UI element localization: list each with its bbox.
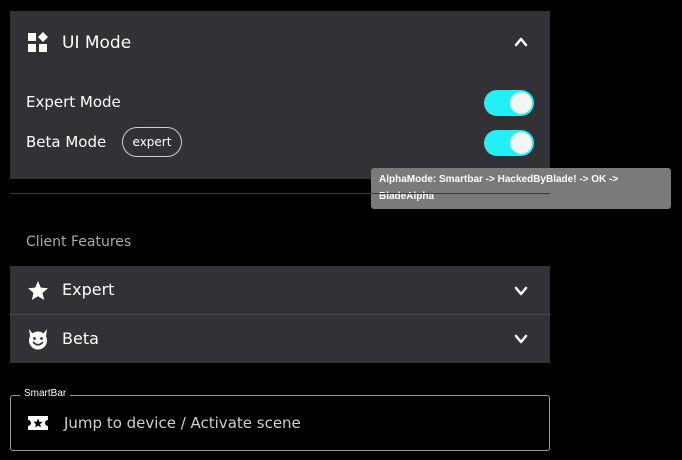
smartbar-legend: SmartBar	[20, 387, 71, 401]
smartbar-input[interactable]: Jump to device / Activate scene	[10, 395, 550, 451]
toggle-knob	[510, 132, 532, 154]
ui-mode-header[interactable]: UI Mode	[10, 11, 550, 75]
expert-chip: expert	[122, 127, 182, 157]
tooltip: AlphaMode: Smartbar -> HackedByBlade! ->…	[371, 168, 671, 209]
widgets-icon	[28, 32, 48, 52]
ticket-star-icon	[28, 416, 48, 430]
feature-beta[interactable]: Beta	[10, 315, 550, 363]
feature-expert[interactable]: Expert	[10, 266, 550, 314]
toggle-knob	[510, 92, 532, 114]
smartbar-placeholder: Jump to device / Activate scene	[64, 414, 301, 432]
expert-mode-label: Expert Mode	[26, 93, 121, 111]
client-features-title: Client Features	[26, 234, 132, 250]
feature-beta-label: Beta	[62, 329, 99, 348]
ui-mode-panel: UI Mode Expert Mode Beta Mode expert	[10, 11, 550, 179]
feature-expert-label: Expert	[62, 280, 115, 299]
beta-mode-toggle[interactable]	[484, 130, 534, 156]
chevron-up-icon[interactable]	[514, 36, 528, 48]
chevron-down-icon[interactable]	[514, 333, 528, 345]
chevron-down-icon[interactable]	[514, 285, 528, 297]
devil-face-icon	[29, 329, 47, 350]
beta-mode-label: Beta Mode	[26, 133, 107, 151]
divider	[10, 193, 550, 194]
ui-mode-title: UI Mode	[62, 33, 132, 53]
expert-mode-toggle[interactable]	[484, 90, 534, 116]
star-icon	[28, 281, 48, 300]
